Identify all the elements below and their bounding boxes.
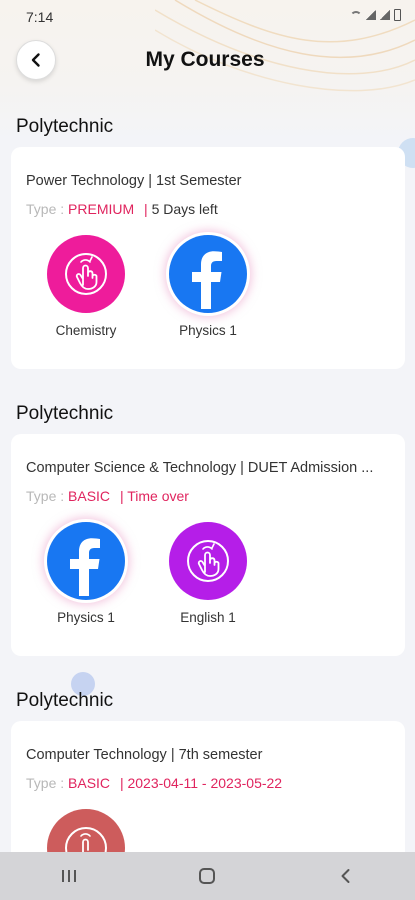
home-button[interactable] — [187, 861, 227, 891]
separator: | — [144, 201, 148, 217]
back-nav-button[interactable] — [326, 861, 366, 891]
type-value: BASIC — [68, 775, 111, 791]
facebook-icon — [70, 538, 100, 596]
signal-icon — [380, 10, 390, 20]
chevron-left-icon — [341, 869, 350, 883]
separator: | — [119, 775, 124, 791]
subject-label: Physics 1 — [179, 323, 237, 338]
status-text: 2023-04-11 - 2023-05-22 — [127, 775, 283, 791]
subject-physics-1[interactable]: Physics 1 — [153, 235, 263, 338]
course-card[interactable]: Computer Science & Technology | DUET Adm… — [11, 434, 405, 656]
subject-icon-circle — [169, 235, 247, 313]
course-meta: Type : BASIC | 2023-04-11 - 2023-05-22 — [26, 775, 282, 791]
signal-icon — [366, 10, 376, 20]
hand-touch-icon — [187, 540, 229, 582]
subject-label: Physics 1 — [57, 610, 115, 625]
course-meta: Type : BASIC | Time over — [26, 488, 189, 504]
course-title: Computer Technology | 7th semester — [26, 747, 263, 763]
status-icons — [350, 9, 401, 21]
course-meta: Type : PREMIUM | 5 Days left — [26, 201, 218, 217]
type-value: PREMIUM — [68, 201, 135, 217]
separator: | — [119, 488, 124, 504]
subject-label: English 1 — [180, 610, 236, 625]
subject-icon-circle — [169, 522, 247, 600]
status-text: 5 Days left — [151, 201, 218, 217]
course-title: Computer Science & Technology | DUET Adm… — [26, 460, 374, 476]
subject-label: Chemistry — [55, 323, 117, 338]
course-title: Power Technology | 1st Semester — [26, 173, 242, 189]
home-icon — [199, 868, 216, 884]
hand-touch-icon — [65, 253, 107, 295]
battery-icon — [394, 9, 401, 21]
page-title: My Courses — [145, 48, 265, 71]
type-label: Type : — [26, 201, 65, 217]
subject-icon-circle — [47, 235, 125, 313]
subject-chemistry[interactable]: Chemistry — [31, 235, 141, 338]
section-heading: Polytechnic — [16, 403, 114, 424]
status-time: 7:14 — [26, 9, 54, 25]
recent-apps-button[interactable] — [49, 861, 89, 891]
section-heading: Polytechnic — [16, 116, 114, 137]
type-value: BASIC — [68, 488, 111, 504]
wifi-icon — [350, 10, 362, 20]
system-navigation-bar — [0, 852, 415, 900]
header: My Courses — [0, 40, 415, 84]
subject-icon-circle — [47, 522, 125, 600]
subject-english-1[interactable]: English 1 — [153, 522, 263, 625]
section-heading: Polytechnic — [16, 690, 114, 711]
subject-physics-1[interactable]: Physics 1 — [31, 522, 141, 625]
recent-apps-icon — [62, 870, 77, 882]
status-text: Time over — [127, 488, 189, 504]
facebook-icon — [192, 251, 222, 309]
type-label: Type : — [26, 488, 65, 504]
course-card[interactable]: Power Technology | 1st Semester Type : P… — [11, 147, 405, 369]
type-label: Type : — [26, 775, 65, 791]
status-bar: 7:14 — [0, 0, 415, 34]
